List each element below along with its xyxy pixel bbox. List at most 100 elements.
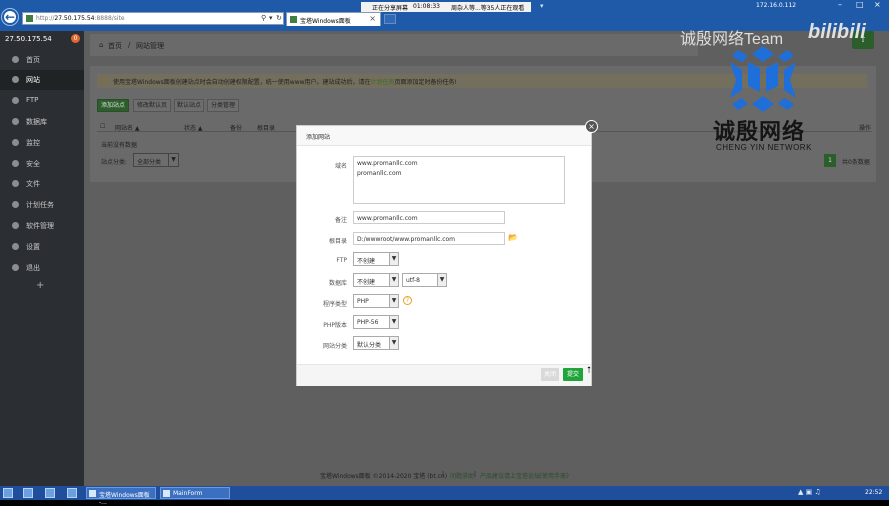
share-minimize-icon[interactable]: ▾ — [540, 2, 544, 10]
footer-suggest-link[interactable]: 产品建议请上宝塔论坛 — [480, 471, 540, 480]
globe-icon — [12, 76, 19, 83]
remark-input[interactable]: www.promanllc.com — [353, 211, 505, 224]
database-icon — [12, 118, 19, 125]
add-site-button[interactable]: 添加站点 — [97, 99, 129, 112]
screen-share-bar: 正在分享屏幕 01:08:33 周杂人等...等35人正在观看 — [361, 2, 531, 12]
address-url: http://27.50.175.54:8888/site — [36, 15, 125, 22]
database-label: 数据库 — [328, 280, 347, 287]
program-type-select[interactable]: PHP ▼ — [353, 294, 399, 308]
category-manage-button[interactable]: 分类管理 — [207, 99, 239, 112]
taskbar-item-mainform[interactable]: MainForm — [160, 487, 230, 499]
select-all-checkbox[interactable]: ☐ — [100, 123, 105, 130]
taskbar: 宝塔Windows面板 -... MainForm — [0, 486, 889, 506]
notice-link[interactable]: 计划任务 — [371, 79, 395, 86]
col-status[interactable]: 状态 ▲ — [184, 123, 203, 132]
footer-manual-link[interactable]: 《使用手册》 — [536, 471, 572, 480]
php-version-select[interactable]: PHP-56 ▼ — [353, 315, 399, 329]
col-site-name[interactable]: 网站名 ▲ — [115, 123, 140, 132]
sidebar-item-website[interactable]: 网站 — [0, 70, 84, 90]
modify-default-page-button[interactable]: 修改默认页 — [133, 99, 171, 112]
quicklaunch-icon[interactable] — [45, 488, 55, 498]
dropdown-icon[interactable]: ▾ — [269, 14, 273, 22]
db-charset-select[interactable]: utf-8 ▼ — [402, 273, 447, 287]
window-minimize-icon[interactable]: – — [838, 0, 842, 9]
taskbar-item-browser[interactable]: 宝塔Windows面板 -... — [86, 487, 156, 506]
chevron-down-icon: ▼ — [389, 253, 398, 265]
chevron-down-icon: ▼ — [389, 274, 398, 286]
site-favicon-icon — [26, 15, 33, 22]
root-input[interactable]: D:/wwwroot/www.promanllc.com — [353, 232, 505, 245]
domain-textarea[interactable]: www.promanllc.com promanllc.com — [353, 156, 565, 204]
sidebar: 27.50.175.54 0 首页 网站 FTP 数据库 监控 安全 文件 计划… — [0, 31, 84, 486]
tab-close-icon[interactable]: × — [369, 14, 376, 23]
dialog-title: 添加网站 — [306, 134, 331, 141]
sidebar-item-cron[interactable]: 计划任务 — [0, 195, 84, 215]
watermark-logo-icon — [730, 46, 796, 112]
monitor-icon — [12, 139, 19, 146]
grid-icon — [12, 222, 19, 229]
close-button[interactable]: 关闭 — [541, 368, 559, 381]
back-button[interactable]: ← — [2, 9, 18, 25]
message-badge[interactable]: 0 — [71, 34, 80, 43]
status-ip: 172.16.0.112 — [756, 2, 797, 9]
browser-icon — [89, 490, 96, 497]
sidebar-item-settings[interactable]: 设置 — [0, 237, 84, 257]
dialog-close-icon[interactable]: × — [585, 120, 598, 133]
domain-label: 域名 — [334, 163, 347, 170]
add-site-dialog: 添加网站 域名 www.promanllc.com promanllc.com … — [296, 125, 592, 386]
window-close-icon[interactable]: × — [874, 0, 881, 9]
search-icon[interactable]: ⚲ — [261, 14, 266, 22]
chevron-down-icon: ▼ — [168, 154, 178, 166]
start-icon[interactable] — [3, 488, 13, 498]
submit-button[interactable]: 提交 — [563, 368, 583, 381]
help-icon[interactable]: ? — [403, 296, 412, 305]
default-site-button[interactable]: 默认站点 — [174, 99, 204, 112]
php-version-label: PHP版本 — [323, 322, 347, 329]
sidebar-item-files[interactable]: 文件 — [0, 174, 84, 194]
window-maximize-icon[interactable]: □ — [856, 0, 864, 9]
site-category-label: 网站分类 — [322, 343, 347, 350]
sidebar-item-logout[interactable]: 退出 — [0, 258, 84, 278]
database-select[interactable]: 不创建 ▼ — [353, 273, 399, 287]
chevron-down-icon: ▼ — [389, 295, 398, 307]
site-category-select[interactable]: 默认分类 ▼ — [353, 336, 399, 350]
breadcrumb-home[interactable]: 首页 — [108, 41, 122, 51]
footer-help-link[interactable]: 问题求助 — [450, 471, 474, 480]
category-filter-label: 站点分类: — [101, 159, 128, 166]
sidebar-item-software[interactable]: 软件管理 — [0, 216, 84, 236]
tray-icon[interactable]: ▲ ▣ ♫ — [798, 488, 821, 496]
page-number[interactable]: 1 — [824, 154, 836, 167]
add-shortcut-button[interactable]: + — [36, 280, 44, 291]
footer-sep: | — [442, 471, 445, 478]
pagination-info: 共0条数据 — [842, 159, 870, 166]
quicklaunch-icon[interactable] — [67, 488, 77, 498]
share-viewers: 周杂人等...等35人正在观看 — [451, 5, 525, 12]
col-backup: 备份 — [230, 125, 243, 132]
category-filter-select[interactable]: 全部分类 ▼ — [133, 153, 179, 167]
ftp-icon — [12, 97, 19, 104]
ftp-label: FTP — [336, 257, 347, 264]
new-tab-button[interactable] — [384, 14, 396, 24]
col-root: 根目录 — [257, 125, 276, 132]
tab-favicon-icon — [290, 16, 297, 23]
system-tray: ▲ ▣ ♫ — [798, 488, 821, 496]
sidebar-item-home[interactable]: 首页 — [0, 50, 84, 70]
watermark-bilibili: bilibili — [808, 21, 866, 43]
folder-open-icon[interactable]: 📂 — [508, 233, 518, 242]
refresh-icon[interactable]: ↻ — [276, 14, 282, 22]
page-footer: 宝塔Windows面板 ©2014-2020 宝塔 (bt.cn) | 问题求助… — [84, 468, 889, 482]
ftp-select[interactable]: 不创建 ▼ — [353, 252, 399, 266]
sidebar-item-database[interactable]: 数据库 — [0, 112, 84, 132]
browser-tab[interactable]: 宝塔Windows面板 × — [286, 12, 381, 26]
mouse-cursor-icon: ⭡ — [587, 366, 592, 376]
chevron-down-icon: ▼ — [437, 274, 446, 286]
warning-icon: ⚠ — [101, 76, 108, 84]
domain-line: www.promanllc.com — [357, 160, 418, 167]
sidebar-item-security[interactable]: 安全 — [0, 154, 84, 174]
dialog-header: 添加网站 — [297, 126, 591, 146]
address-bar[interactable]: http://27.50.175.54:8888/site ⚲ ▾ ↻ — [22, 12, 284, 25]
sidebar-item-ftp[interactable]: FTP — [0, 91, 84, 111]
sidebar-item-monitor[interactable]: 监控 — [0, 133, 84, 153]
taskbar-clock: 22:52 — [865, 489, 883, 496]
quicklaunch-icon[interactable] — [23, 488, 33, 498]
